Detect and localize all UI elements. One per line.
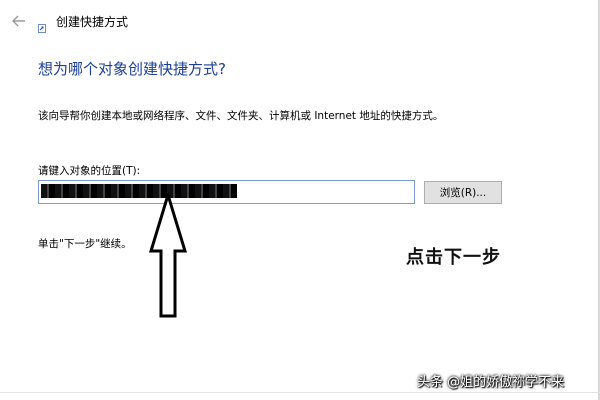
wizard-window: 创建快捷方式 想为哪个对象创建快捷方式? 该向导帮你创建本地或网络程序、文件、文…: [0, 0, 600, 400]
continue-hint: 单击"下一步"继续。: [38, 238, 132, 250]
back-arrow-icon[interactable]: [10, 12, 28, 30]
browse-button[interactable]: 浏览(R)...: [424, 181, 502, 204]
bottom-divider: [0, 392, 600, 393]
shortcut-wizard-icon: [38, 18, 46, 33]
annotation-next-step: 点击下一步: [406, 247, 501, 268]
location-input[interactable]: [38, 180, 415, 204]
location-label: 请键入对象的位置(T):: [38, 165, 141, 177]
up-arrow-annotation-icon: [148, 189, 188, 323]
window-title: 创建快捷方式: [56, 15, 129, 29]
wizard-description: 该向导帮你创建本地或网络程序、文件、文件夹、计算机或 Internet 地址的快…: [38, 110, 444, 122]
page-title: 想为哪个对象创建快捷方式?: [38, 60, 226, 78]
watermark: 头条 @姐的娇傲祢学不来: [417, 375, 565, 390]
